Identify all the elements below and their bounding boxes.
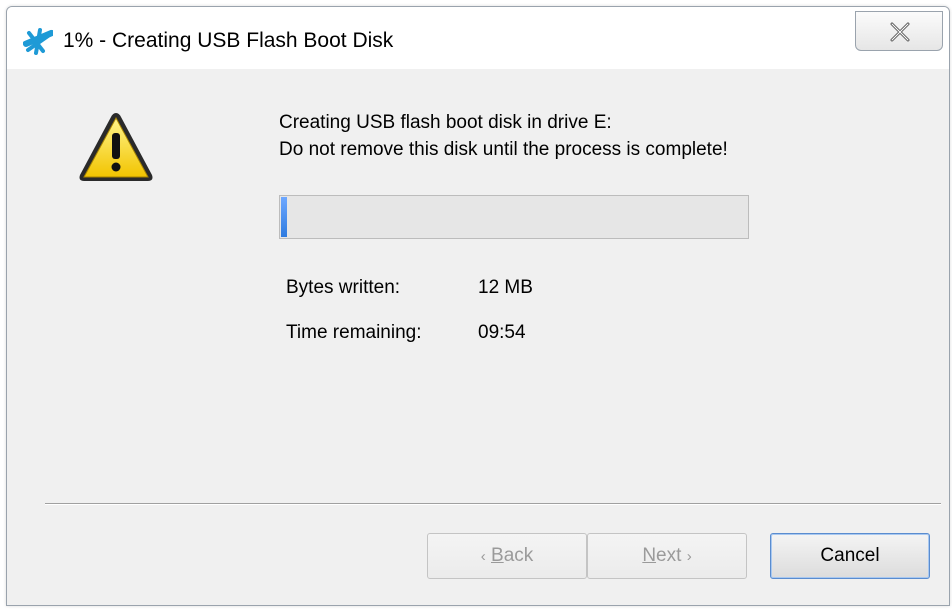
status-message: Creating USB flash boot disk in drive E:… <box>279 109 728 163</box>
next-chevron-icon: › <box>686 547 692 565</box>
time-remaining-label: Time remaining: <box>286 322 422 343</box>
window-title: 1% - Creating USB Flash Boot Disk <box>63 29 394 52</box>
close-button[interactable] <box>855 11 943 51</box>
message-line-2: Do not remove this disk until the proces… <box>279 139 728 160</box>
dialog-body: Creating USB flash boot disk in drive E:… <box>7 69 949 605</box>
cancel-button[interactable]: Cancel <box>770 533 930 579</box>
star-burst-icon <box>23 28 53 55</box>
bytes-written-label: Bytes written: <box>286 277 401 298</box>
message-line-1: Creating USB flash boot disk in drive E: <box>279 112 612 133</box>
footer-separator <box>45 503 941 505</box>
next-button[interactable]: Next › <box>587 533 747 579</box>
back-accelerator: B <box>491 545 504 566</box>
warning-icon <box>79 113 153 181</box>
back-label: ack <box>503 545 534 566</box>
progress-bar <box>279 195 749 239</box>
next-accelerator: N <box>642 545 657 566</box>
bytes-written-value: 12 MB <box>478 277 533 298</box>
time-remaining-value: 09:54 <box>478 322 526 343</box>
back-chevron-icon: ‹ <box>480 547 486 565</box>
progress-fill <box>281 197 287 237</box>
close-icon <box>890 22 910 42</box>
dialog-window: 1% - Creating USB Flash Boot Disk Creati… <box>6 6 950 606</box>
back-button[interactable]: ‹ Back <box>427 533 587 579</box>
title-bar[interactable]: 1% - Creating USB Flash Boot Disk <box>7 7 949 69</box>
next-label: ext <box>656 545 682 566</box>
